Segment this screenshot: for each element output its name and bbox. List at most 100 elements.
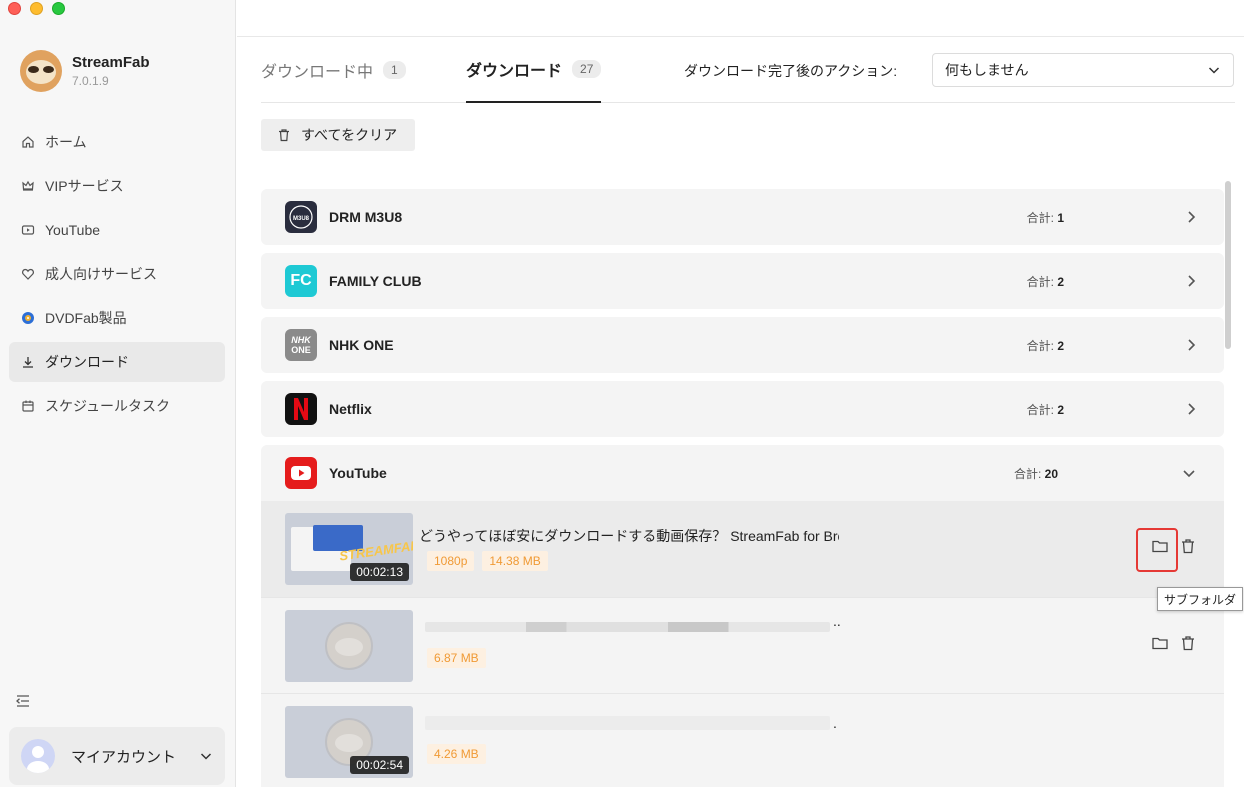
group-total: 合計: 1 (1026, 210, 1064, 225)
app-version: 7.0.1.9 (72, 74, 109, 88)
sidebar-item-adult[interactable]: 成人向けサービス (9, 254, 225, 294)
size-tag: 4.26 MB (427, 744, 486, 764)
list-item[interactable]: STREAMFAB 00:02:13 どうやってほぼ安にダウンロードする動画保存… (261, 501, 1224, 597)
avatar (21, 739, 55, 773)
size-tag: 6.87 MB (427, 648, 486, 668)
group-row-drm-m3u8[interactable]: M3U8 DRM M3U8 合計: 1 (261, 189, 1224, 245)
group-total: 合計: 2 (1026, 338, 1064, 353)
account-menu[interactable]: マイアカウント (9, 727, 225, 785)
chevron-right-icon (1188, 211, 1196, 223)
main-panel: ダウンロード中 1 ダウンロード 27 ダウンロード完了後のアクション: 何もし… (237, 0, 1244, 787)
group-row-family-club[interactable]: FC FAMILY CLUB 合計: 2 (261, 253, 1224, 309)
scrollbar[interactable] (1225, 181, 1231, 349)
group-row-nhk-one[interactable]: NHK ONE NHK ONE 合計: 2 (261, 317, 1224, 373)
sidebar-item-home[interactable]: ホーム (9, 122, 225, 162)
sidebar-item-label: ダウンロード (45, 354, 129, 370)
chevron-down-icon (1183, 470, 1195, 478)
video-thumbnail: STREAMFAB 00:02:13 (285, 513, 413, 585)
post-action-select[interactable]: 何もしません (932, 53, 1234, 87)
video-title: . (833, 715, 837, 731)
group-total: 合計: 20 (1013, 466, 1058, 481)
post-action-value: 何もしません (945, 62, 1029, 78)
group-youtube-expanded: YouTube 合計: 20 STREAMFAB 00:02:13 どうやってほ… (261, 445, 1224, 787)
sidebar: StreamFab 7.0.1.9 ホーム VIPサービス YouTube 成人… (0, 0, 236, 787)
streamfab-logo-icon (20, 50, 62, 92)
brand: StreamFab 7.0.1.9 (20, 50, 150, 92)
trash-icon (279, 129, 289, 142)
tab-downloading[interactable]: ダウンロード中 1 (261, 37, 406, 103)
crown-icon (22, 180, 34, 191)
folder-icon[interactable] (1151, 634, 1169, 652)
sidebar-item-dvdfab[interactable]: DVDFab製品 (9, 298, 225, 338)
group-name: YouTube (329, 465, 387, 481)
netflix-logo-icon (285, 393, 317, 425)
resolution-tag: 1080p (427, 551, 475, 571)
sidebar-item-schedule[interactable]: スケジュールタスク (9, 386, 225, 426)
svg-text:M3U8: M3U8 (293, 216, 310, 222)
video-duration: 00:02:13 (350, 563, 409, 581)
group-row-netflix[interactable]: Netflix 合計: 2 (261, 381, 1224, 437)
sidebar-item-label: ホーム (45, 134, 87, 150)
group-name: DRM M3U8 (329, 209, 403, 225)
sidebar-item-label: VIPサービス (45, 178, 124, 194)
group-name: Netflix (329, 401, 372, 417)
home-icon (22, 136, 34, 148)
video-title: .. (833, 613, 841, 629)
tab-downloaded[interactable]: ダウンロード 27 (466, 37, 602, 103)
nhk-one-logo-icon: NHK ONE (285, 329, 317, 361)
tab-count-badge: 1 (383, 61, 406, 79)
minimize-window-button[interactable] (30, 2, 43, 15)
video-tags: 6.87 MB (427, 648, 486, 668)
sidebar-item-download[interactable]: ダウンロード (9, 342, 225, 382)
group-row-youtube[interactable]: YouTube 合計: 20 (261, 445, 1224, 501)
chevron-right-icon (1188, 275, 1196, 287)
app-name: StreamFab (72, 54, 150, 71)
placeholder-sloth-icon (325, 622, 373, 670)
sidebar-item-label: YouTube (45, 222, 101, 238)
sidebar-item-youtube[interactable]: YouTube (9, 210, 225, 250)
list-item[interactable]: .. 6.87 MB (261, 597, 1224, 693)
account-label: マイアカウント (71, 748, 177, 766)
folder-button-highlight (1136, 528, 1178, 572)
heart-icon (22, 268, 34, 280)
tab-label: ダウンロード中 (261, 64, 374, 81)
chevron-right-icon (1188, 403, 1196, 415)
size-tag: 14.38 MB (482, 551, 548, 571)
trash-icon[interactable] (1179, 634, 1197, 652)
video-tags: 4.26 MB (427, 744, 486, 764)
video-title-redacted (425, 716, 830, 730)
close-window-button[interactable] (8, 2, 21, 15)
list-item[interactable]: 00:02:54 . 4.26 MB (261, 693, 1224, 787)
group-name: NHK ONE (329, 337, 394, 353)
group-total: 合計: 2 (1026, 274, 1064, 289)
zoom-window-button[interactable] (52, 2, 65, 15)
sidebar-nav: ホーム VIPサービス YouTube 成人向けサービス DVDFab製品 ダウ… (9, 122, 225, 430)
collapse-sidebar-icon[interactable] (15, 693, 31, 709)
tooltip: サブフォルダ (1157, 587, 1244, 611)
video-thumbnail (285, 610, 413, 682)
youtube-icon (21, 225, 35, 235)
post-action-label: ダウンロード完了後のアクション: (684, 63, 898, 79)
chevron-down-icon (1208, 67, 1220, 74)
download-icon (23, 357, 33, 368)
sidebar-item-label: DVDFab製品 (45, 310, 127, 326)
video-tags: 1080p 14.38 MB (427, 551, 548, 571)
group-total: 合計: 2 (1026, 402, 1064, 417)
clear-all-button[interactable]: すべてをクリア (261, 119, 415, 151)
clear-all-label: すべてをクリア (301, 127, 398, 143)
group-name: FAMILY CLUB (329, 273, 422, 289)
dvdfab-icon (22, 312, 34, 324)
video-title: どうやってほぼ安にダウンロードする動画保存？ StreamFab for Bro… (419, 528, 839, 544)
chevron-right-icon (1188, 339, 1196, 351)
tab-label: ダウンロード (466, 63, 563, 80)
drm-m3u8-logo-icon: M3U8 (285, 201, 317, 233)
sidebar-item-label: スケジュールタスク (45, 398, 171, 414)
chevron-down-icon (200, 753, 212, 760)
sidebar-item-vip[interactable]: VIPサービス (9, 166, 225, 206)
family-club-logo-icon: FC (285, 265, 317, 297)
sidebar-item-label: 成人向けサービス (45, 266, 157, 282)
window-controls (8, 2, 65, 15)
youtube-logo-icon (285, 457, 317, 489)
calendar-icon (22, 400, 34, 412)
trash-icon[interactable] (1179, 537, 1197, 555)
